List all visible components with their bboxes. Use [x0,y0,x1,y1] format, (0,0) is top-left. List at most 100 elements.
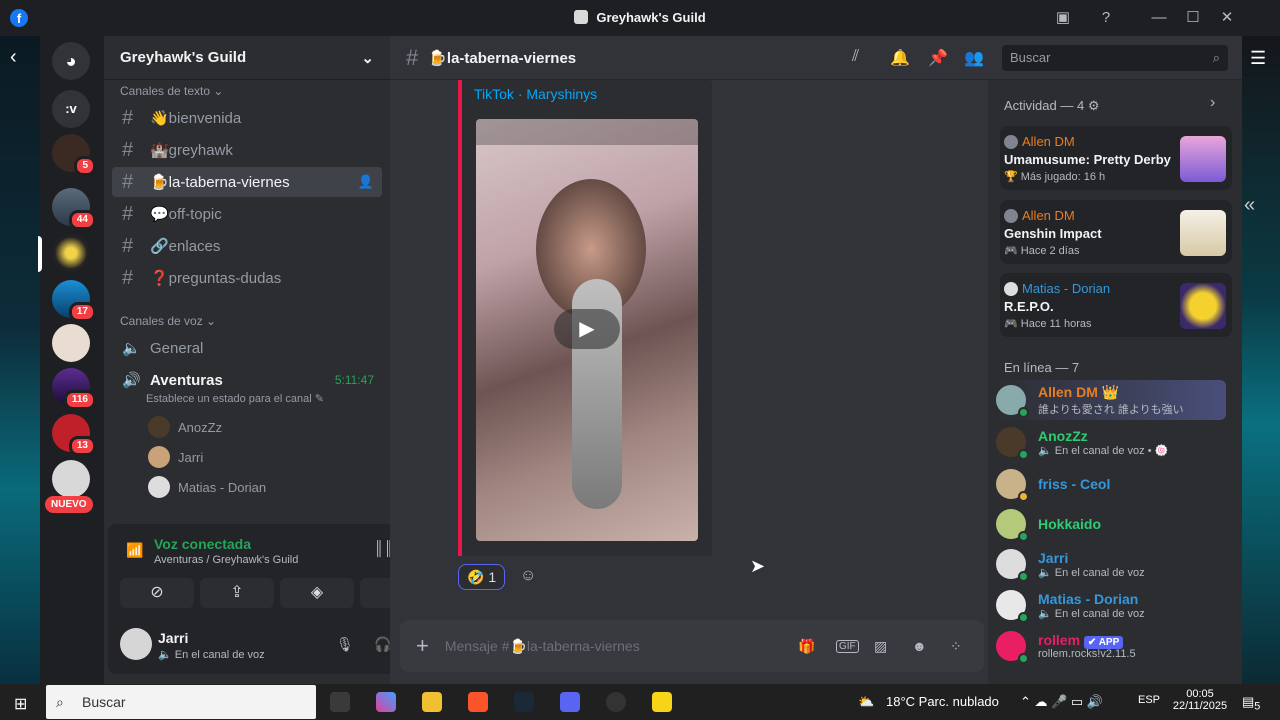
avatar [148,416,170,438]
speaker-icon: 🔈 [122,340,141,357]
member-item[interactable]: Matias - Dorian 🔈 En el canal de voz [996,585,1145,625]
weather-icon[interactable]: ⛅ [858,694,874,710]
gift-icon[interactable]: 🎁 [798,638,815,655]
activity-card[interactable]: Allen DM Genshin Impact 🎮 Hace 2 días [1000,200,1232,264]
channel-la-taberna-viernes[interactable]: # 🍺la-taberna-viernes 👤 [112,167,382,197]
minimize-button[interactable]: — [1148,8,1170,28]
windows-start-icon[interactable]: ⊞ [14,694,27,714]
member-item[interactable]: rollem ✔ APP rollem.rocks!v2.11.5 [996,626,1136,666]
inbox-icon[interactable]: ▣ [1052,8,1074,28]
threads-icon[interactable]: ⫽ [852,48,859,66]
pin-icon[interactable]: 📌 [928,48,948,68]
channel-bienvenida[interactable]: # 👋bienvenida [112,103,382,133]
server-icon[interactable]: 116 [52,368,96,410]
hash-icon: # [406,44,419,70]
activity-card[interactable]: Allen DM Umamusume: Pretty Derby 🏆 Más ju… [1000,126,1232,190]
close-button[interactable]: ✕ [1216,8,1238,28]
add-attachment-icon[interactable]: + [416,633,429,659]
hash-icon: # [122,138,134,161]
member-item[interactable]: friss - Ceol [996,464,1110,504]
member-item[interactable]: AnozZz 🔈 En el canal de voz • 🍥 [996,422,1168,462]
clock[interactable]: 00:05 22/11/2025 [1170,688,1230,712]
copilot-icon[interactable] [376,692,396,712]
search-icon: ⌕ [56,694,64,710]
search-input[interactable]: Buscar ⌕ [1002,45,1228,71]
collapse-icon[interactable]: « [1244,194,1255,217]
sticky-notes-icon[interactable] [652,692,672,712]
notification-icon[interactable]: ▤5 [1242,694,1260,713]
text-category[interactable]: Canales de texto ⌄ [120,84,223,98]
server-icon[interactable] [52,460,90,498]
member-item[interactable]: Allen DM 👑 誰よりも愛され 誰よりも強い [996,380,1226,420]
headphones-icon[interactable]: 🎧 [374,636,391,653]
voice-category[interactable]: Canales de voz ⌄ [120,314,216,328]
server-icon[interactable] [52,324,90,362]
member-item[interactable]: Jarri 🔈 En el canal de voz [996,544,1145,584]
server-icon[interactable]: 13 [52,414,96,456]
chevron-right-icon[interactable]: › [1210,94,1215,112]
add-member-icon[interactable]: 👤 [358,174,374,190]
user-status: 🔈 En el canal de voz [158,649,265,661]
channel-off-topic[interactable]: # 💬off-topic [112,199,382,229]
maximize-button[interactable]: ☐ [1182,8,1204,28]
chat-area: TikTok · Maryshinys ▶ 🤣 1 ☺ ➤ + Mensaje … [390,36,988,684]
channel-greyhawk[interactable]: # 🏰greyhawk [112,135,382,165]
language-indicator[interactable]: ESP [1138,694,1160,706]
app-icon[interactable] [606,692,626,712]
help-icon[interactable]: ? [1095,8,1117,28]
back-arrow-icon[interactable]: ‹ [10,46,17,69]
signal-icon[interactable]: 📶 [126,542,143,559]
steam-icon[interactable] [514,692,534,712]
reaction-button[interactable]: 🤣 1 [458,564,506,590]
channel-enlaces[interactable]: # 🔗enlaces [112,231,382,261]
screen-share-button[interactable]: ⇪ [200,578,274,608]
gif-icon[interactable]: GIF [836,639,859,653]
embed-video[interactable]: ▶ [476,119,698,541]
tray-icons[interactable]: ⌃ ☁ 🎤 ▭ 🔊 [1020,694,1103,710]
discord-app: ◕ :v 5 44 17 116 13 NUEVO Greyhawk's Gui… [38,36,1242,684]
emoji-icon[interactable]: ☻ [912,638,927,654]
microphone-icon[interactable]: 🎙 [336,636,354,653]
server-greyhawk[interactable] [52,234,90,272]
game-thumbnail [1180,136,1226,182]
voice-timer: 5:11:47 [334,373,374,387]
server-icon[interactable]: 5 [52,134,96,176]
bell-icon[interactable]: 🔔 [890,48,910,68]
avatar[interactable] [120,628,152,660]
task-view-icon[interactable] [330,692,350,712]
speaker-icon: 🔊 [122,372,141,389]
channel-preguntas-dudas[interactable]: # ❓preguntas-dudas [112,263,382,293]
activity-card[interactable]: Matias - Dorian R.E.P.O. 🎮 Hace 11 horas [1000,273,1232,337]
message-input[interactable]: Mensaje #🍺la-taberna-viernes [445,638,640,655]
guild-icon [574,10,589,24]
windows-taskbar: ⊞ ⌕ Buscar ⛅ 18°C Parc. nublado ⌃ ☁ 🎤 ▭ 🔊… [0,684,1280,720]
member-list-icon[interactable]: 👥 [964,48,984,68]
taskbar-search[interactable]: ⌕ Buscar [46,685,316,719]
embed-provider-link[interactable]: TikTok · Maryshinys [474,86,597,102]
activities-button[interactable]: ◈ [280,578,354,608]
voice-user[interactable]: Matias - Dorian [148,476,266,498]
add-reaction-icon[interactable]: ☺ [520,567,536,585]
server-icon[interactable]: 44 [52,188,96,230]
brave-icon[interactable] [468,692,488,712]
channel-sidebar: Greyhawk's Guild ⌄ Canales de texto ⌄ # 👋b… [104,36,446,684]
voice-user[interactable]: Jarri [148,446,203,468]
file-explorer-icon[interactable] [422,692,442,712]
apps-icon[interactable]: ⁘ [950,638,962,655]
menu-icon[interactable]: ☰ [1250,48,1266,69]
member-item[interactable]: Hokkaido [996,504,1101,544]
discord-taskbar-icon[interactable] [560,692,580,712]
server-home[interactable]: :v [52,90,90,128]
voice-channel-aventuras[interactable]: 🔊 Aventuras 5:11:47 [112,365,382,395]
voice-user[interactable]: AnozZz [148,416,222,438]
weather-text[interactable]: 18°C Parc. nublado [886,694,999,709]
guild-header[interactable]: Greyhawk's Guild ⌄ [104,36,390,80]
voice-location[interactable]: Aventuras / Greyhawk's Guild [154,554,298,566]
sticker-icon[interactable]: ▨ [874,638,887,655]
camera-off-button[interactable]: ⊘ [120,578,194,608]
discord-home-icon[interactable]: ◕ [52,42,90,80]
voice-channel-general[interactable]: 🔈 General [112,333,382,363]
play-icon[interactable]: ▶ [554,309,620,349]
server-icon[interactable]: 17 [52,280,96,322]
voice-status[interactable]: Establece un estado para el canal ✎ [146,392,324,405]
